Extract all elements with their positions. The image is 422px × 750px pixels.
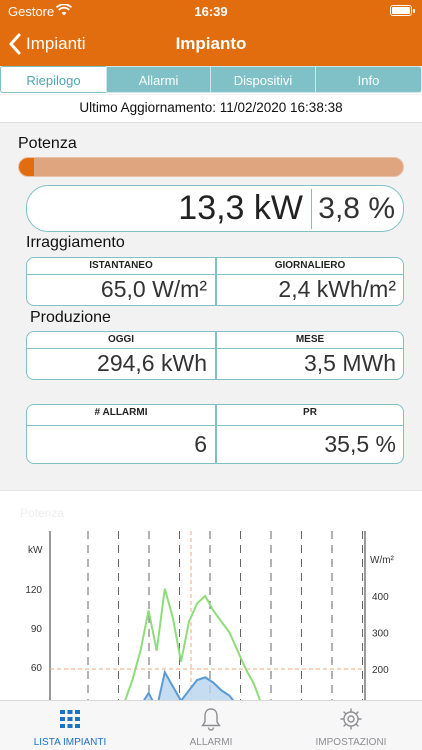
y-axis-right-label: W/m² [370,555,395,566]
y-axis-left-label: kW [28,545,43,556]
series-line-irraggiamento [100,588,270,703]
y-left-tick-label: 90 [31,624,43,635]
status-bar: Gestore 16:39 [0,0,422,22]
tabbar-item-allarmi[interactable]: ALLARMI [141,701,281,750]
y-right-tick-label: 300 [372,629,389,640]
page-title: Impianto [175,34,247,53]
y-left-tick-label: 60 [31,663,43,674]
power-value-box: 13,3 kW 3,8 % [26,185,404,232]
pr-header: PR [303,407,317,418]
divider [311,189,312,229]
nav-bar: Impianti Impianto [0,22,422,66]
mese-value: 3,5 MWh [303,350,396,376]
tabbar-label: IMPOSTAZIONI [315,737,387,748]
irraggiamento-card: ISTANTANEO GIORNALIERO 65,0 W/m² 2,4 kWh… [26,257,404,306]
tabbar-label: ALLARMI [189,737,233,748]
giornaliero-header: GIORNALIERO [274,260,346,271]
produzione-label: Produzione [30,309,111,326]
tab-riepilogo[interactable]: Riepilogo [0,66,107,93]
power-percent: 3,8 % [318,192,395,225]
tab-dispositivi[interactable]: Dispositivi [210,66,316,93]
tab-allarmi[interactable]: Allarmi [106,66,211,93]
chart-title: Potenza [20,506,64,520]
y-right-tick-label: 400 [372,592,389,603]
allarmi-count-value: 6 [194,431,207,457]
tab-bar: LISTA IMPIANTI ALLARMI IMPOSTAZIONI [0,700,422,750]
tabbar-item-lista-impianti[interactable]: LISTA IMPIANTI [0,701,140,750]
allarmi-count-header: # ALLARMI [94,407,148,418]
tab-info[interactable]: Info [315,66,422,93]
power-progress-bar [18,157,404,177]
produzione-card: OGGI MESE 294,6 kWh 3,5 MWh [26,331,404,380]
irraggiamento-label: Irraggiamento [26,234,125,251]
tabbar-label: LISTA IMPIANTI [33,737,107,748]
allarmi-pr-card: # ALLARMI PR 6 35,5 % [26,404,404,464]
pr-value: 35,5 % [324,431,396,457]
grid-icon [60,710,80,728]
potenza-label: Potenza [18,135,77,152]
gear-icon [340,708,362,730]
giornaliero-value: 2,4 kWh/m² [278,276,396,302]
tabbar-item-impostazioni[interactable]: IMPOSTAZIONI [281,701,421,750]
mese-header: MESE [295,334,325,345]
y-left-tick-label: 120 [25,585,42,596]
last-update: Ultimo Aggiornamento: 11/02/2020 16:38:3… [0,95,422,123]
battery-icon [390,5,415,16]
chart-canvas: Potenza kW W/m² 120 90 60 400 300 200 [20,506,395,703]
power-chart: Potenza kW W/m² 120 90 60 400 300 200 [0,490,422,703]
bell-icon [201,708,221,731]
istantaneo-header: ISTANTANEO [89,260,153,271]
istantaneo-value: 65,0 W/m² [100,276,207,302]
status-time: 16:39 [194,4,228,19]
segment-tabs: Riepilogo Allarmi Dispositivi Info [0,66,422,94]
oggi-value: 294,6 kWh [97,350,207,376]
power-value: 13,3 kW [178,189,303,227]
y-right-tick-label: 200 [372,665,389,676]
oggi-header: OGGI [107,334,135,345]
power-progress-fill [19,158,34,176]
